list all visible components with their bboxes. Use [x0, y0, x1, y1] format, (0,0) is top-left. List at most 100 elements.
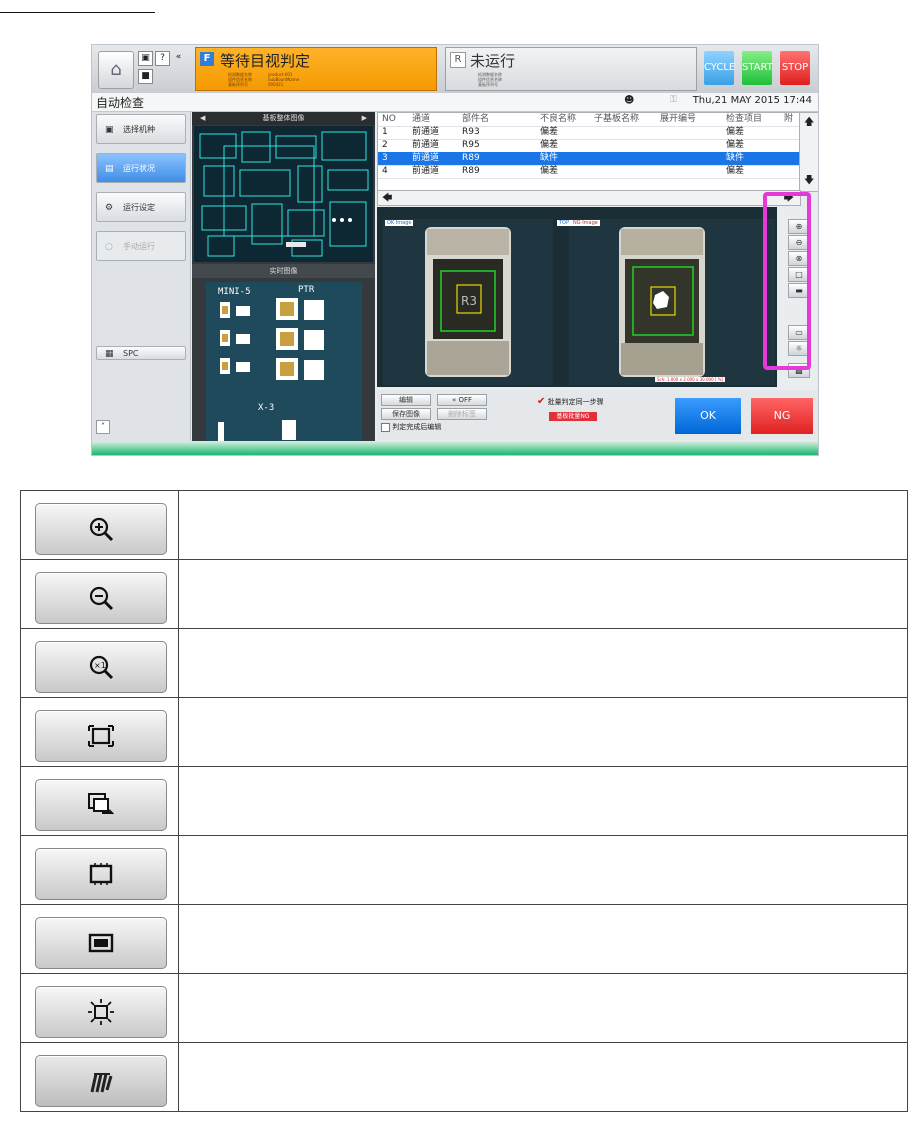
cycle-button[interactable]: CYCLE [704, 51, 735, 85]
table-header: NO 通道 部件名 不良名称 子基板名称 展开编号 检查项目 附 [378, 113, 800, 127]
front-status-panel: F 等待目视判定 检测数据名称 组件信息名称 基板序列号 product-001… [195, 47, 437, 91]
cell-item: 缺件 [726, 153, 745, 163]
ok-image-graphic: R3 [383, 219, 553, 385]
ng-button[interactable]: NG [751, 398, 813, 434]
top-rule [0, 12, 155, 13]
edit-button[interactable]: 编辑 [381, 394, 431, 406]
cell-channel: 前通道 [412, 153, 440, 163]
legend-description [177, 973, 909, 1043]
window-frame-icon[interactable] [35, 916, 167, 969]
user-button[interactable]: ■ [138, 69, 153, 84]
save-image-button[interactable]: 保存图像 [381, 408, 431, 420]
zoom-1x-icon[interactable]: ×1 [35, 640, 167, 693]
judgment-bar: 编辑 « OFF 保存图像 删除标签 判定完成后编辑 ✔ 批量判定同一步骤 基板… [377, 390, 818, 440]
info-button[interactable]: ▣ [138, 51, 153, 66]
scroll-up-icon[interactable]: 🡅 [804, 115, 814, 132]
sidebar-item-label: SPC [123, 349, 139, 358]
start-button[interactable]: START [742, 51, 773, 85]
live-image[interactable]: MINI-5 PTR X-3 [206, 282, 362, 455]
header-bar: ⌂ ▣ ? « ■ F 等待目视判定 检测数据名称 组件信息名称 基板序列号 p… [92, 45, 818, 93]
coordinate-readout: Sch: 1.000 x 2.000 x 30.000 [ %] [655, 377, 726, 382]
collapse-button[interactable]: ˄ [96, 420, 110, 434]
cell-no: 4 [382, 166, 388, 176]
ok-button[interactable]: OK [675, 398, 741, 434]
legend-description [177, 628, 909, 698]
sound-button[interactable]: « [172, 51, 185, 64]
cell-no: 2 [382, 140, 388, 150]
ng-image-graphic [569, 219, 775, 385]
sidebar-item-spc[interactable]: ▦ SPC [96, 346, 186, 360]
legend-icon-cell: ×1 [20, 628, 179, 698]
zoom-in-icon[interactable] [35, 502, 167, 555]
check-icon: ✔ [537, 396, 546, 407]
legend-description [177, 559, 909, 629]
auto-edit-checkbox[interactable] [381, 422, 390, 432]
legend-row [20, 766, 909, 836]
pcb-label-x3: X-3 [258, 403, 274, 413]
col-no: NO [382, 114, 396, 124]
model-icon: ▣ [105, 125, 114, 135]
datetime: Thu,21 MAY 2015 17:44 [692, 95, 812, 106]
legend-row [20, 904, 909, 974]
stop-button[interactable]: STOP [780, 51, 810, 85]
component-outline-icon[interactable] [35, 847, 167, 900]
auto-edit-option[interactable]: 判定完成后编辑 [381, 422, 441, 432]
col-item: 检查项目 [726, 114, 763, 124]
legend-row [20, 973, 909, 1043]
next-arrow-icon[interactable]: ▶ [362, 112, 367, 125]
legend-description [177, 904, 909, 974]
scroll-left-icon[interactable]: 🡄 [382, 191, 392, 208]
table-row[interactable]: 2 前通道 R95 偏差 偏差 [378, 139, 800, 153]
delete-label-button[interactable]: 删除标签 [437, 408, 487, 420]
batch-same-option[interactable]: ✔ 批量判定同一步骤 [537, 396, 604, 407]
sidebar-item-run-settings[interactable]: ⚙ 运行设定 [96, 192, 186, 222]
header-small-buttons: ▣ ? « ■ [138, 51, 188, 87]
lighting-icon[interactable] [35, 985, 167, 1038]
zoom-out-icon[interactable] [35, 571, 167, 624]
legend-icon-cell [20, 973, 179, 1043]
table-hscroll[interactable]: 🡄 🡆 [377, 190, 801, 206]
front-tag: F [200, 52, 214, 66]
col-subboard: 子基板名称 [594, 114, 640, 124]
home-button[interactable]: ⌂ [98, 51, 134, 89]
legend-icon-cell [20, 904, 179, 974]
pcb-overview-image[interactable] [194, 126, 373, 262]
sidebar-item-manual-run[interactable]: ○ 手动运行 [96, 231, 186, 261]
mute-button[interactable]: « OFF [437, 394, 487, 406]
cell-defect: 偏差 [540, 127, 559, 137]
scroll-down-icon[interactable]: 🡇 [804, 173, 814, 190]
table-row-selected[interactable]: 3 前通道 R89 缺件 缺件 [378, 152, 800, 166]
front-status-text: 等待目视判定 [220, 52, 311, 70]
ok-image-label: OK Image [385, 220, 414, 226]
fit-to-window-icon[interactable] [35, 709, 167, 762]
ng-image-view[interactable]: NG Image Sch: 1.000 x 2.000 x 30.000 [ %… [569, 219, 775, 385]
spc-icon: ▦ [105, 349, 114, 359]
table-row[interactable]: 4 前通道 R89 偏差 偏差 [378, 165, 800, 179]
board-ng-button[interactable]: 基板批量NG [549, 412, 597, 421]
legend-row [20, 697, 909, 767]
table-vscroll[interactable]: 🡅 🡇 [799, 112, 818, 192]
sidebar-item-label: 运行设定 [123, 203, 155, 212]
live-image-title: 实时图像 [192, 264, 375, 278]
lock-icon: ⚿ [670, 95, 677, 105]
ok-image-view[interactable]: R3 OK Image [383, 219, 553, 385]
legend-description [177, 1042, 909, 1112]
sidebar-item-select-model[interactable]: ▣ 选择机种 [96, 114, 186, 144]
image-overlay-icon[interactable] [35, 778, 167, 831]
cell-channel: 前通道 [412, 140, 440, 150]
cell-item: 偏差 [726, 140, 745, 150]
pcb-overview-graphic [194, 126, 373, 262]
defect-table: NO 通道 部件名 不良名称 子基板名称 展开编号 检查项目 附 1 前通道 R… [377, 112, 801, 202]
cell-no: 1 [382, 127, 388, 137]
help-button[interactable]: ? [155, 51, 170, 66]
table-row[interactable]: 1 前通道 R93 偏差 偏差 [378, 126, 800, 140]
legend-row [20, 1042, 909, 1112]
pcb-label-mini5: MINI-5 [218, 287, 251, 297]
prev-arrow-icon[interactable]: ◀ [200, 112, 205, 125]
sidebar-item-run-status[interactable]: ▤ 运行状况 [96, 153, 186, 183]
monitor-icon: ▤ [105, 164, 114, 174]
hatching-icon[interactable] [35, 1054, 167, 1107]
front-info-3: 基板序列号 [228, 82, 248, 87]
legend-row: ×1 [20, 628, 909, 698]
col-defect: 不良名称 [540, 114, 577, 124]
